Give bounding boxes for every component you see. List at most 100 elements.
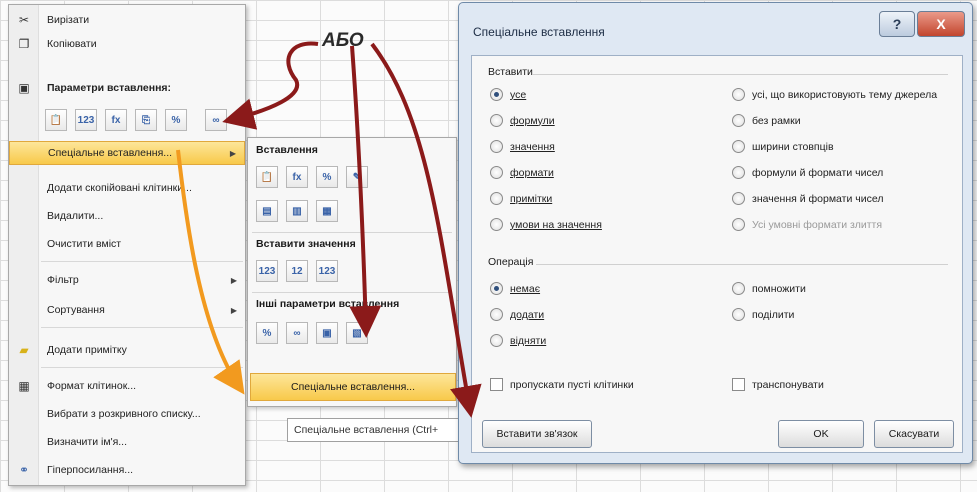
- radio-paste-merge-conditional: Усі умовні формати злиття: [732, 218, 882, 231]
- submenu-divider: [252, 292, 452, 293]
- menu-item-paste-special[interactable]: Спеціальне вставлення... ▶: [9, 141, 245, 165]
- paste-icon[interactable]: 📋: [45, 109, 67, 131]
- radio-op-none[interactable]: немає: [490, 282, 540, 295]
- radio-op-subtract[interactable]: відняти: [490, 334, 546, 347]
- menu-item-insert-copied[interactable]: Додати скопійовані клітинки...: [9, 177, 245, 199]
- radio-indicator: [732, 166, 745, 179]
- checkbox-transpose[interactable]: транспонувати: [732, 378, 824, 391]
- paste-formatting-icon[interactable]: %: [165, 109, 187, 131]
- menu-item-format-cells[interactable]: ▦ Формат клітинок...: [9, 375, 245, 397]
- menu-item-label: Копіювати: [47, 38, 97, 50]
- scissors-icon: ✂: [18, 13, 30, 27]
- radio-indicator: [732, 218, 745, 231]
- paste-link-button[interactable]: Вставити зв'язок: [482, 420, 592, 448]
- radio-indicator: [732, 308, 745, 321]
- paste-values-source-formatting-icon[interactable]: 123: [316, 260, 338, 282]
- paste-formatting-icon[interactable]: %: [256, 322, 278, 344]
- radio-paste-values-number-formats[interactable]: значення й формати чисел: [732, 192, 883, 205]
- menu-item-insert-comment[interactable]: ▰ Додати примітку: [9, 339, 245, 361]
- cancel-button[interactable]: Скасувати: [874, 420, 954, 448]
- paste-icon[interactable]: 📋: [256, 166, 278, 188]
- radio-label: формули й формати чисел: [752, 166, 884, 179]
- radio-indicator: [732, 114, 745, 127]
- paste-picture-icon[interactable]: ▣: [316, 322, 338, 344]
- radio-label: немає: [510, 282, 541, 295]
- menu-item-hyperlink[interactable]: ⚭ Гіперпосилання...: [9, 459, 245, 481]
- paste-link-icon[interactable]: ∞: [205, 109, 227, 131]
- radio-paste-validation[interactable]: умови на значення: [490, 218, 602, 231]
- menu-item-delete[interactable]: Видалити...: [9, 205, 245, 227]
- radio-label: формули: [510, 114, 555, 127]
- checkbox-label: транспонувати: [752, 378, 824, 391]
- submenu-item-paste-special[interactable]: Спеціальне вставлення...: [250, 373, 456, 401]
- paste-keep-source-icon[interactable]: ✎: [346, 166, 368, 188]
- paste-options-label: Параметри вставлення:: [47, 82, 172, 94]
- paste-linked-picture-icon[interactable]: ▧: [346, 322, 368, 344]
- radio-indicator: [490, 282, 503, 295]
- radio-indicator: [490, 140, 503, 153]
- comment-icon: ▰: [19, 343, 29, 357]
- menu-item-filter[interactable]: Фільтр ▶: [9, 269, 245, 291]
- radio-indicator: [490, 88, 503, 101]
- context-menu: ✂ Вирізати ❐ Копіювати ▣ Параметри встав…: [8, 4, 246, 486]
- menu-divider: [41, 261, 243, 262]
- menu-item-cut[interactable]: ✂ Вирізати: [9, 9, 245, 31]
- menu-item-label: Визначити ім'я...: [47, 436, 128, 448]
- radio-paste-formats[interactable]: формати: [490, 166, 554, 179]
- paste-values-icon[interactable]: 123: [256, 260, 278, 282]
- help-button[interactable]: ?: [879, 11, 915, 37]
- menu-item-label: Фільтр: [47, 274, 79, 286]
- radio-indicator: [732, 282, 745, 295]
- close-button[interactable]: X: [917, 11, 965, 37]
- radio-indicator: [490, 218, 503, 231]
- radio-label: Усі умовні формати злиття: [752, 218, 883, 231]
- radio-label: без рамки: [752, 114, 801, 127]
- paste-column-widths-icon[interactable]: ▥: [286, 200, 308, 222]
- submenu-divider: [252, 232, 452, 233]
- group-divider: [536, 264, 948, 265]
- radio-indicator: [732, 88, 745, 101]
- submenu-heading-values: Вставити значення: [256, 238, 356, 250]
- menu-item-pick-from-list[interactable]: Вибрати з розкривного списку...: [9, 403, 245, 425]
- radio-paste-formulas[interactable]: формули: [490, 114, 555, 127]
- paste-group-label: Вставити: [488, 66, 533, 78]
- menu-item-label: Додати примітку: [47, 344, 127, 356]
- menu-item-sort[interactable]: Сортування ▶: [9, 299, 245, 321]
- radio-op-add[interactable]: додати: [490, 308, 544, 321]
- radio-op-divide[interactable]: поділити: [732, 308, 794, 321]
- radio-paste-all-source-theme[interactable]: усі, що використовують тему джерела: [732, 88, 937, 101]
- paste-link-icon[interactable]: ∞: [286, 322, 308, 344]
- radio-paste-formulas-number-formats[interactable]: формули й формати чисел: [732, 166, 883, 179]
- paste-transpose-icon[interactable]: ▦: [316, 200, 338, 222]
- menu-divider: [41, 327, 243, 328]
- operation-group-label: Операція: [488, 256, 534, 268]
- copy-icon: ❐: [18, 37, 30, 51]
- paste-values-number-formats-icon[interactable]: 12: [286, 260, 308, 282]
- paste-no-borders-icon[interactable]: ▤: [256, 200, 278, 222]
- menu-item-label: Додати скопійовані клітинки...: [47, 182, 192, 194]
- radio-indicator: [732, 192, 745, 205]
- radio-op-multiply[interactable]: помножити: [732, 282, 806, 295]
- radio-paste-comments[interactable]: примітки: [490, 192, 552, 205]
- paste-formulas-icon[interactable]: fx: [286, 166, 308, 188]
- radio-label: відняти: [510, 334, 547, 347]
- paste-formulas-icon[interactable]: fx: [105, 109, 127, 131]
- menu-divider: [41, 367, 243, 368]
- paste-values-icon[interactable]: 123: [75, 109, 97, 131]
- menu-item-label: Формат клітинок...: [47, 380, 137, 392]
- radio-paste-no-borders[interactable]: без рамки: [732, 114, 801, 127]
- paste-transpose-icon[interactable]: ⎘: [135, 109, 157, 131]
- menu-item-define-name[interactable]: Визначити ім'я...: [9, 431, 245, 453]
- menu-item-copy[interactable]: ❐ Копіювати: [9, 33, 245, 55]
- paste-special-combo[interactable]: Спеціальне вставлення (Ctrl+: [287, 418, 467, 442]
- radio-label: усі, що використовують тему джерела: [752, 88, 938, 101]
- paste-formulas-number-formats-icon[interactable]: %: [316, 166, 338, 188]
- radio-label: усе: [510, 88, 527, 101]
- menu-item-clear-contents[interactable]: Очистити вміст: [9, 233, 245, 255]
- checkbox-skip-blanks[interactable]: пропускати пусті клітинки: [490, 378, 634, 391]
- radio-label: примітки: [510, 192, 553, 205]
- radio-paste-column-widths[interactable]: ширини стовпців: [732, 140, 834, 153]
- radio-paste-all[interactable]: усе: [490, 88, 526, 101]
- ok-button[interactable]: OK: [778, 420, 864, 448]
- radio-paste-values[interactable]: значення: [490, 140, 555, 153]
